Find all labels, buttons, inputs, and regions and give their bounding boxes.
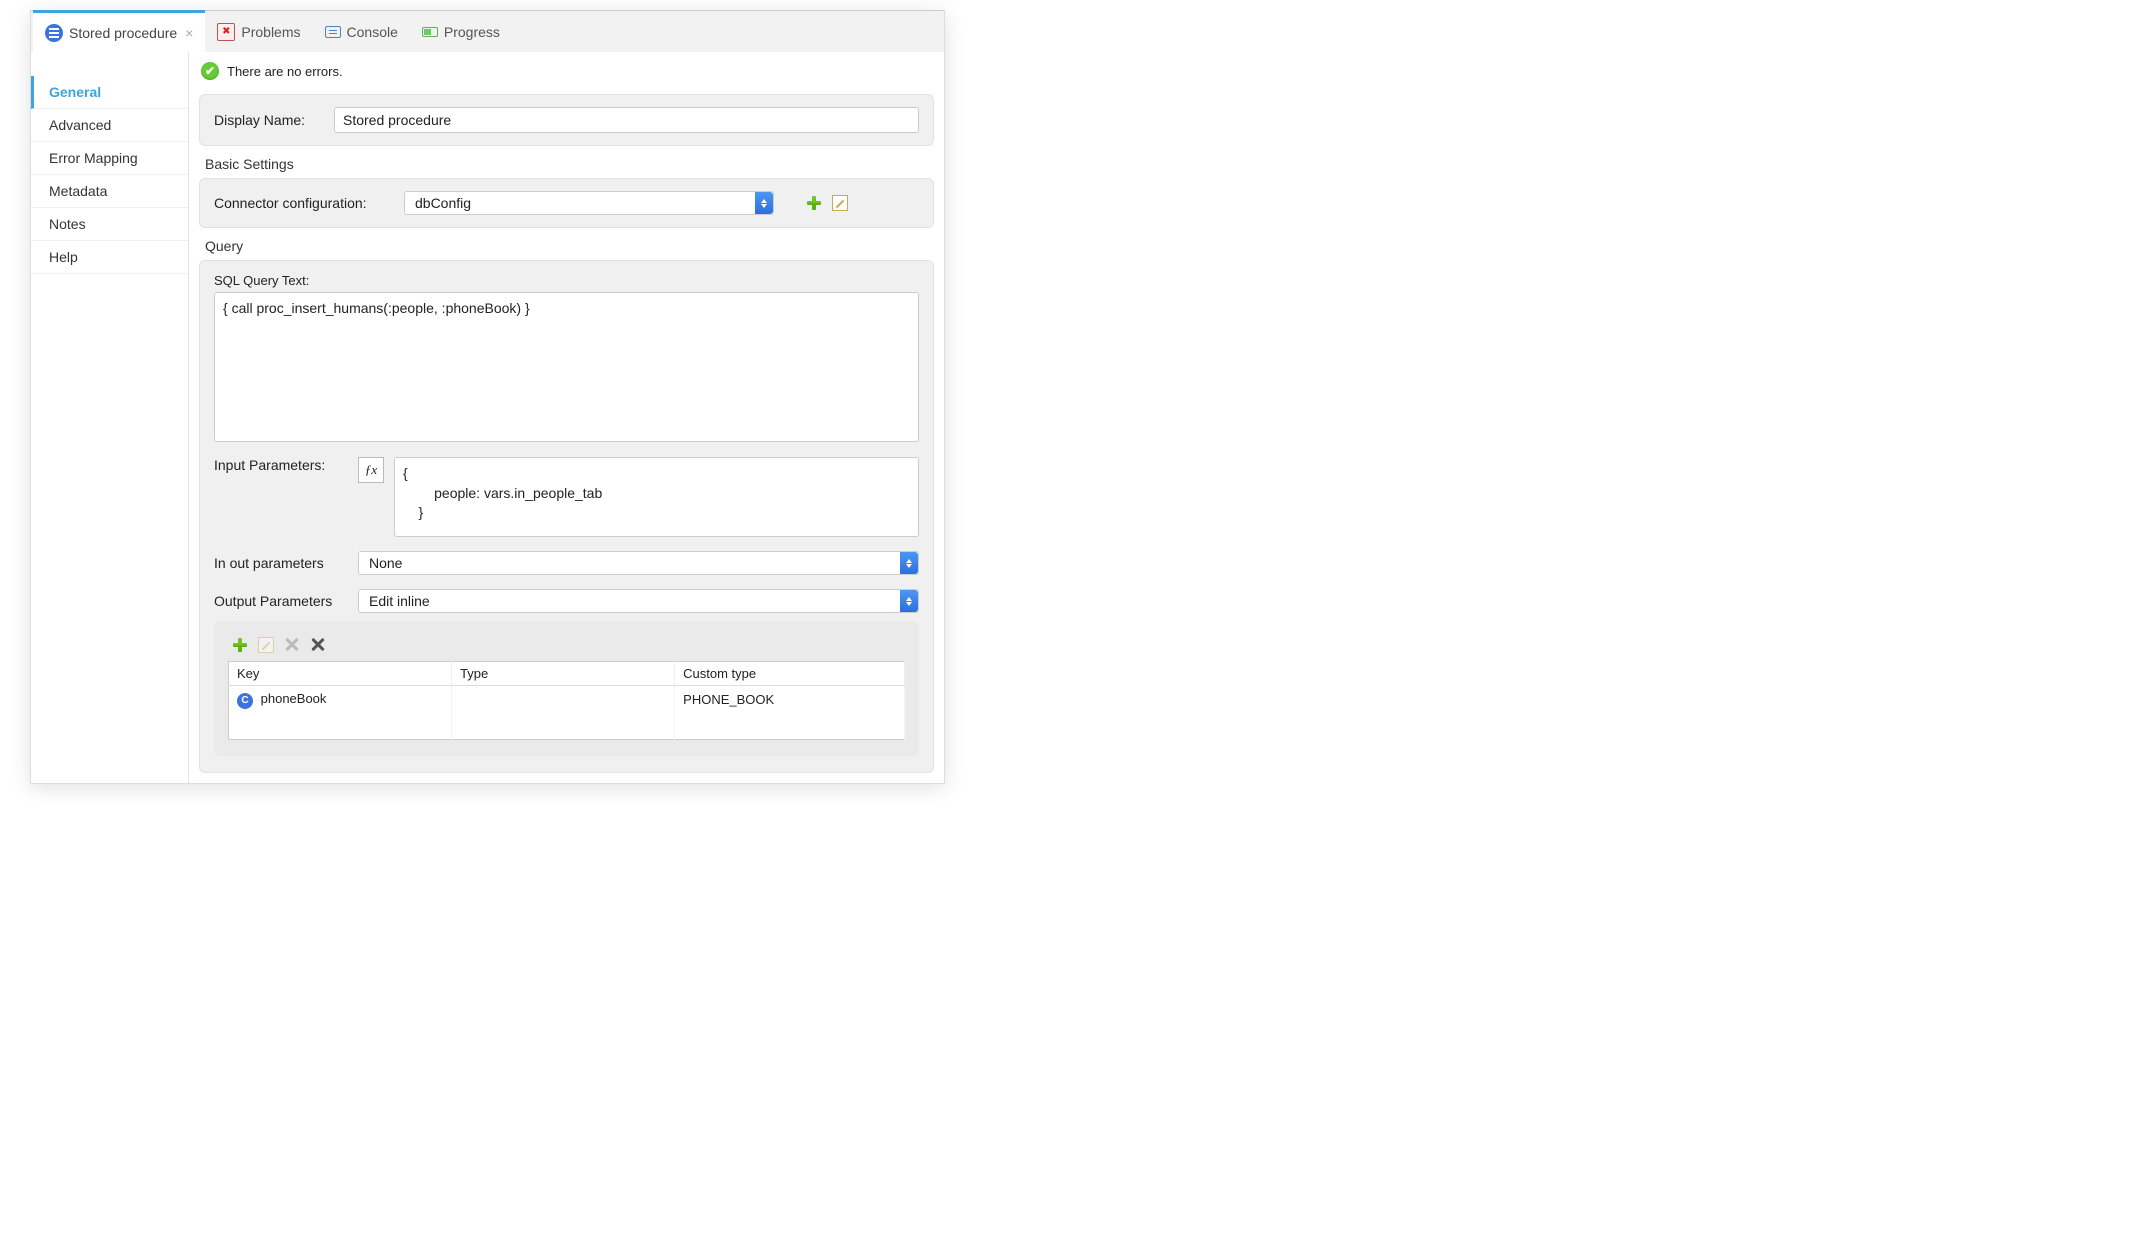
- cell-key: phoneBook: [261, 691, 327, 706]
- tab-label: Problems: [241, 24, 300, 40]
- sql-query-label: SQL Query Text:: [214, 273, 919, 288]
- tab-stored-procedure[interactable]: Stored procedure ×: [33, 10, 205, 52]
- tab-label: Progress: [444, 24, 500, 40]
- dropdown-icon: [900, 552, 918, 574]
- ok-icon: ✔: [201, 62, 219, 80]
- connector-config-value: dbConfig: [415, 195, 471, 211]
- fx-button[interactable]: ƒx: [358, 457, 384, 483]
- dropdown-icon: [755, 192, 773, 214]
- param-icon: C: [237, 693, 253, 709]
- query-title: Query: [205, 238, 944, 254]
- sidebar-item-advanced[interactable]: Advanced: [31, 109, 188, 142]
- inout-params-label: In out parameters: [214, 555, 348, 571]
- problems-icon: ✖: [217, 23, 235, 41]
- edit-config-button[interactable]: [832, 195, 848, 211]
- stored-procedure-icon: [45, 24, 63, 42]
- inout-params-value: None: [369, 555, 402, 571]
- display-name-label: Display Name:: [214, 112, 324, 128]
- cell-custom: PHONE_BOOK: [675, 686, 905, 714]
- edit-row-button[interactable]: [258, 637, 274, 653]
- output-params-select[interactable]: Edit inline: [358, 589, 919, 613]
- tab-problems[interactable]: ✖ Problems: [205, 11, 312, 52]
- inout-params-select[interactable]: None: [358, 551, 919, 575]
- console-icon: [325, 26, 341, 38]
- sidebar: General Advanced Error Mapping Metadata …: [31, 52, 189, 783]
- input-params-text[interactable]: { people: vars.in_people_tab }: [394, 457, 919, 537]
- display-name-section: Display Name:: [199, 94, 934, 146]
- basic-settings-title: Basic Settings: [205, 156, 944, 172]
- editor-window: Stored procedure × ✖ Problems Console Pr…: [30, 10, 945, 784]
- basic-settings-section: Connector configuration: dbConfig: [199, 178, 934, 228]
- dropdown-icon: [900, 590, 918, 612]
- col-type: Type: [452, 662, 675, 686]
- sidebar-item-metadata[interactable]: Metadata: [31, 175, 188, 208]
- connector-config-select[interactable]: dbConfig: [404, 191, 774, 215]
- tab-label: Console: [347, 24, 398, 40]
- sidebar-item-error-mapping[interactable]: Error Mapping: [31, 142, 188, 175]
- cell-type: [452, 686, 675, 714]
- tab-bar: Stored procedure × ✖ Problems Console Pr…: [31, 10, 944, 52]
- status-text: There are no errors.: [227, 64, 343, 79]
- add-row-button[interactable]: [232, 637, 248, 653]
- sidebar-item-notes[interactable]: Notes: [31, 208, 188, 241]
- delete-row-button[interactable]: [284, 637, 300, 653]
- add-config-button[interactable]: [806, 195, 822, 211]
- table-row[interactable]: C phoneBook PHONE_BOOK: [229, 686, 905, 714]
- tab-progress[interactable]: Progress: [410, 11, 512, 52]
- sql-query-text[interactable]: { call proc_insert_humans(:people, :phon…: [214, 292, 919, 442]
- tab-label: Stored procedure: [69, 25, 177, 41]
- output-params-table-section: Key Type Custom type C phoneBook: [214, 621, 919, 756]
- status-row: ✔ There are no errors.: [189, 52, 944, 88]
- progress-icon: [422, 27, 438, 37]
- sidebar-item-general[interactable]: General: [31, 76, 188, 109]
- output-params-label: Output Parameters: [214, 593, 348, 609]
- query-section: SQL Query Text: { call proc_insert_human…: [199, 260, 934, 773]
- col-custom-type: Custom type: [675, 662, 905, 686]
- close-icon[interactable]: ×: [185, 25, 193, 41]
- content-pane: ✔ There are no errors. Display Name: Bas…: [189, 52, 944, 783]
- clear-all-button[interactable]: [310, 637, 326, 653]
- input-params-label: Input Parameters:: [214, 457, 348, 473]
- output-params-table: Key Type Custom type C phoneBook: [228, 661, 905, 740]
- col-key: Key: [229, 662, 452, 686]
- connector-config-label: Connector configuration:: [214, 195, 394, 211]
- sidebar-item-help[interactable]: Help: [31, 241, 188, 274]
- display-name-input[interactable]: [334, 107, 919, 133]
- output-params-value: Edit inline: [369, 593, 430, 609]
- tab-console[interactable]: Console: [313, 11, 410, 52]
